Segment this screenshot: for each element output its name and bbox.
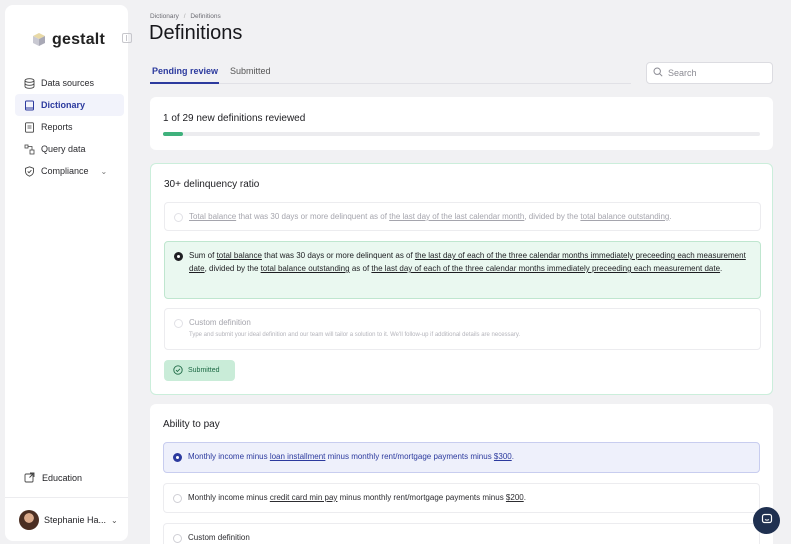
chevron-down-icon[interactable]: ⌄ bbox=[101, 167, 108, 176]
sidebar-item-label: Reports bbox=[41, 122, 73, 132]
option-text: . bbox=[669, 212, 672, 221]
custom-definition-option[interactable]: Custom definition bbox=[163, 523, 760, 544]
term-link[interactable]: $200 bbox=[506, 493, 524, 502]
breadcrumb-current: Definitions bbox=[190, 13, 221, 20]
sidebar-item-dictionary[interactable]: Dictionary bbox=[15, 94, 124, 116]
search-input[interactable]: Search bbox=[646, 62, 773, 84]
user-menu[interactable]: Stephanie Ha... ⌄ bbox=[19, 510, 118, 530]
tab-bar: Pending review Submitted bbox=[150, 62, 631, 84]
custom-definition-title: Custom definition bbox=[189, 318, 251, 327]
definition-title: 30+ delinquency ratio bbox=[164, 179, 260, 190]
sidebar-item-label: Query data bbox=[41, 144, 86, 154]
breadcrumb: Dictionary / Definitions bbox=[150, 13, 221, 20]
progress-text: 1 of 29 new definitions reviewed bbox=[163, 113, 306, 124]
definition-option[interactable]: Total balance that was 30 days or more d… bbox=[164, 202, 761, 231]
sidebar-item-query-data[interactable]: Query data bbox=[15, 138, 124, 160]
sidebar-item-compliance[interactable]: Compliance ⌄ bbox=[15, 160, 124, 182]
option-text: as of bbox=[349, 264, 372, 273]
sidebar-item-label: Data sources bbox=[41, 78, 95, 88]
shield-check-icon bbox=[24, 165, 35, 177]
external-link-icon bbox=[24, 472, 35, 483]
option-text: that was 30 days or more delinquent as o… bbox=[261, 251, 415, 260]
search-icon bbox=[653, 67, 663, 79]
term-link[interactable]: total balance outstanding bbox=[261, 264, 350, 273]
option-text: , divided by the bbox=[204, 264, 261, 273]
chevron-down-icon: ⌄ bbox=[111, 515, 118, 525]
term-link[interactable]: Total balance bbox=[189, 212, 236, 221]
active-tab-indicator bbox=[150, 82, 219, 84]
submitted-badge: Submitted bbox=[164, 360, 235, 381]
document-icon bbox=[24, 121, 35, 133]
collapse-sidebar-icon[interactable] bbox=[122, 33, 132, 43]
user-name: Stephanie Ha... bbox=[44, 515, 107, 525]
radio-button-checked[interactable] bbox=[173, 453, 182, 462]
option-text: Monthly income minus bbox=[188, 493, 270, 502]
radio-button[interactable] bbox=[174, 319, 183, 328]
logo-cube-icon bbox=[30, 31, 48, 49]
avatar bbox=[19, 510, 39, 530]
option-text: . bbox=[511, 452, 514, 461]
breadcrumb-link[interactable]: Dictionary bbox=[150, 13, 179, 20]
option-text: Sum of bbox=[189, 251, 217, 260]
database-icon bbox=[24, 77, 35, 89]
option-text: . bbox=[523, 493, 526, 502]
sidebar-item-label: Compliance bbox=[41, 166, 89, 176]
logo[interactable]: gestalt bbox=[30, 31, 105, 49]
progress-bar bbox=[163, 132, 760, 136]
option-text: minus monthly rent/mortgage payments min… bbox=[337, 493, 506, 502]
definition-option-selected[interactable]: Sum of total balance that was 30 days or… bbox=[164, 241, 761, 299]
progress-bar-fill bbox=[163, 132, 184, 136]
term-link[interactable]: credit card min pay bbox=[270, 493, 338, 502]
term-link[interactable]: total balance outstanding bbox=[580, 212, 669, 221]
breadcrumb-separator: / bbox=[183, 13, 186, 20]
book-icon bbox=[24, 100, 35, 111]
option-text: that was 30 days or more delinquent as o… bbox=[236, 212, 390, 221]
term-link[interactable]: $300 bbox=[494, 452, 512, 461]
definition-card: 30+ delinquency ratio Total balance that… bbox=[150, 163, 773, 395]
option-text: , divided by the bbox=[524, 212, 581, 221]
custom-definition-hint: Type and submit your ideal definition an… bbox=[189, 332, 521, 338]
sidebar-nav: Data sources Dictionary Reports Query da… bbox=[15, 72, 124, 182]
definition-option[interactable]: Monthly income minus credit card min pay… bbox=[163, 483, 760, 513]
option-text: Monthly income minus bbox=[188, 452, 270, 461]
tab-submitted[interactable]: Submitted bbox=[230, 66, 271, 76]
custom-definition-option[interactable]: Custom definition Type and submit your i… bbox=[164, 308, 761, 350]
submitted-label: Submitted bbox=[188, 367, 220, 374]
term-link[interactable]: total balance bbox=[217, 251, 262, 260]
definition-card: Ability to pay Monthly income minus loan… bbox=[150, 404, 773, 544]
search-placeholder: Search bbox=[668, 68, 697, 78]
review-progress-card: 1 of 29 new definitions reviewed bbox=[150, 97, 773, 150]
sidebar-item-data-sources[interactable]: Data sources bbox=[15, 72, 124, 94]
radio-button[interactable] bbox=[173, 494, 182, 503]
term-link[interactable]: the last day of the last calendar month bbox=[389, 212, 524, 221]
definition-title: Ability to pay bbox=[163, 419, 220, 430]
term-link[interactable]: the last day of each of the three calend… bbox=[371, 264, 720, 273]
radio-button[interactable] bbox=[174, 213, 183, 222]
radio-button-checked[interactable] bbox=[174, 252, 183, 261]
sidebar-item-education[interactable]: Education bbox=[24, 472, 82, 483]
query-icon bbox=[24, 144, 35, 155]
chat-icon bbox=[761, 512, 773, 530]
sidebar-item-reports[interactable]: Reports bbox=[15, 116, 124, 138]
chat-launcher-button[interactable] bbox=[753, 507, 780, 534]
logo-text: gestalt bbox=[52, 31, 105, 48]
tab-pending-review[interactable]: Pending review bbox=[152, 66, 218, 76]
custom-definition-title: Custom definition bbox=[188, 533, 250, 542]
option-text: minus monthly rent/mortgage payments min… bbox=[325, 452, 494, 461]
education-label: Education bbox=[42, 472, 83, 483]
page-title: Definitions bbox=[149, 22, 243, 44]
definition-option-selected[interactable]: Monthly income minus loan installment mi… bbox=[163, 442, 760, 473]
radio-button[interactable] bbox=[173, 534, 182, 543]
sidebar-divider bbox=[5, 497, 128, 498]
sidebar-item-label: Dictionary bbox=[41, 100, 86, 110]
sidebar: gestalt Data sources Dictionary Reports bbox=[5, 5, 132, 541]
option-text: . bbox=[720, 264, 723, 273]
term-link[interactable]: loan installment bbox=[270, 452, 326, 461]
check-circle-icon bbox=[173, 364, 183, 377]
